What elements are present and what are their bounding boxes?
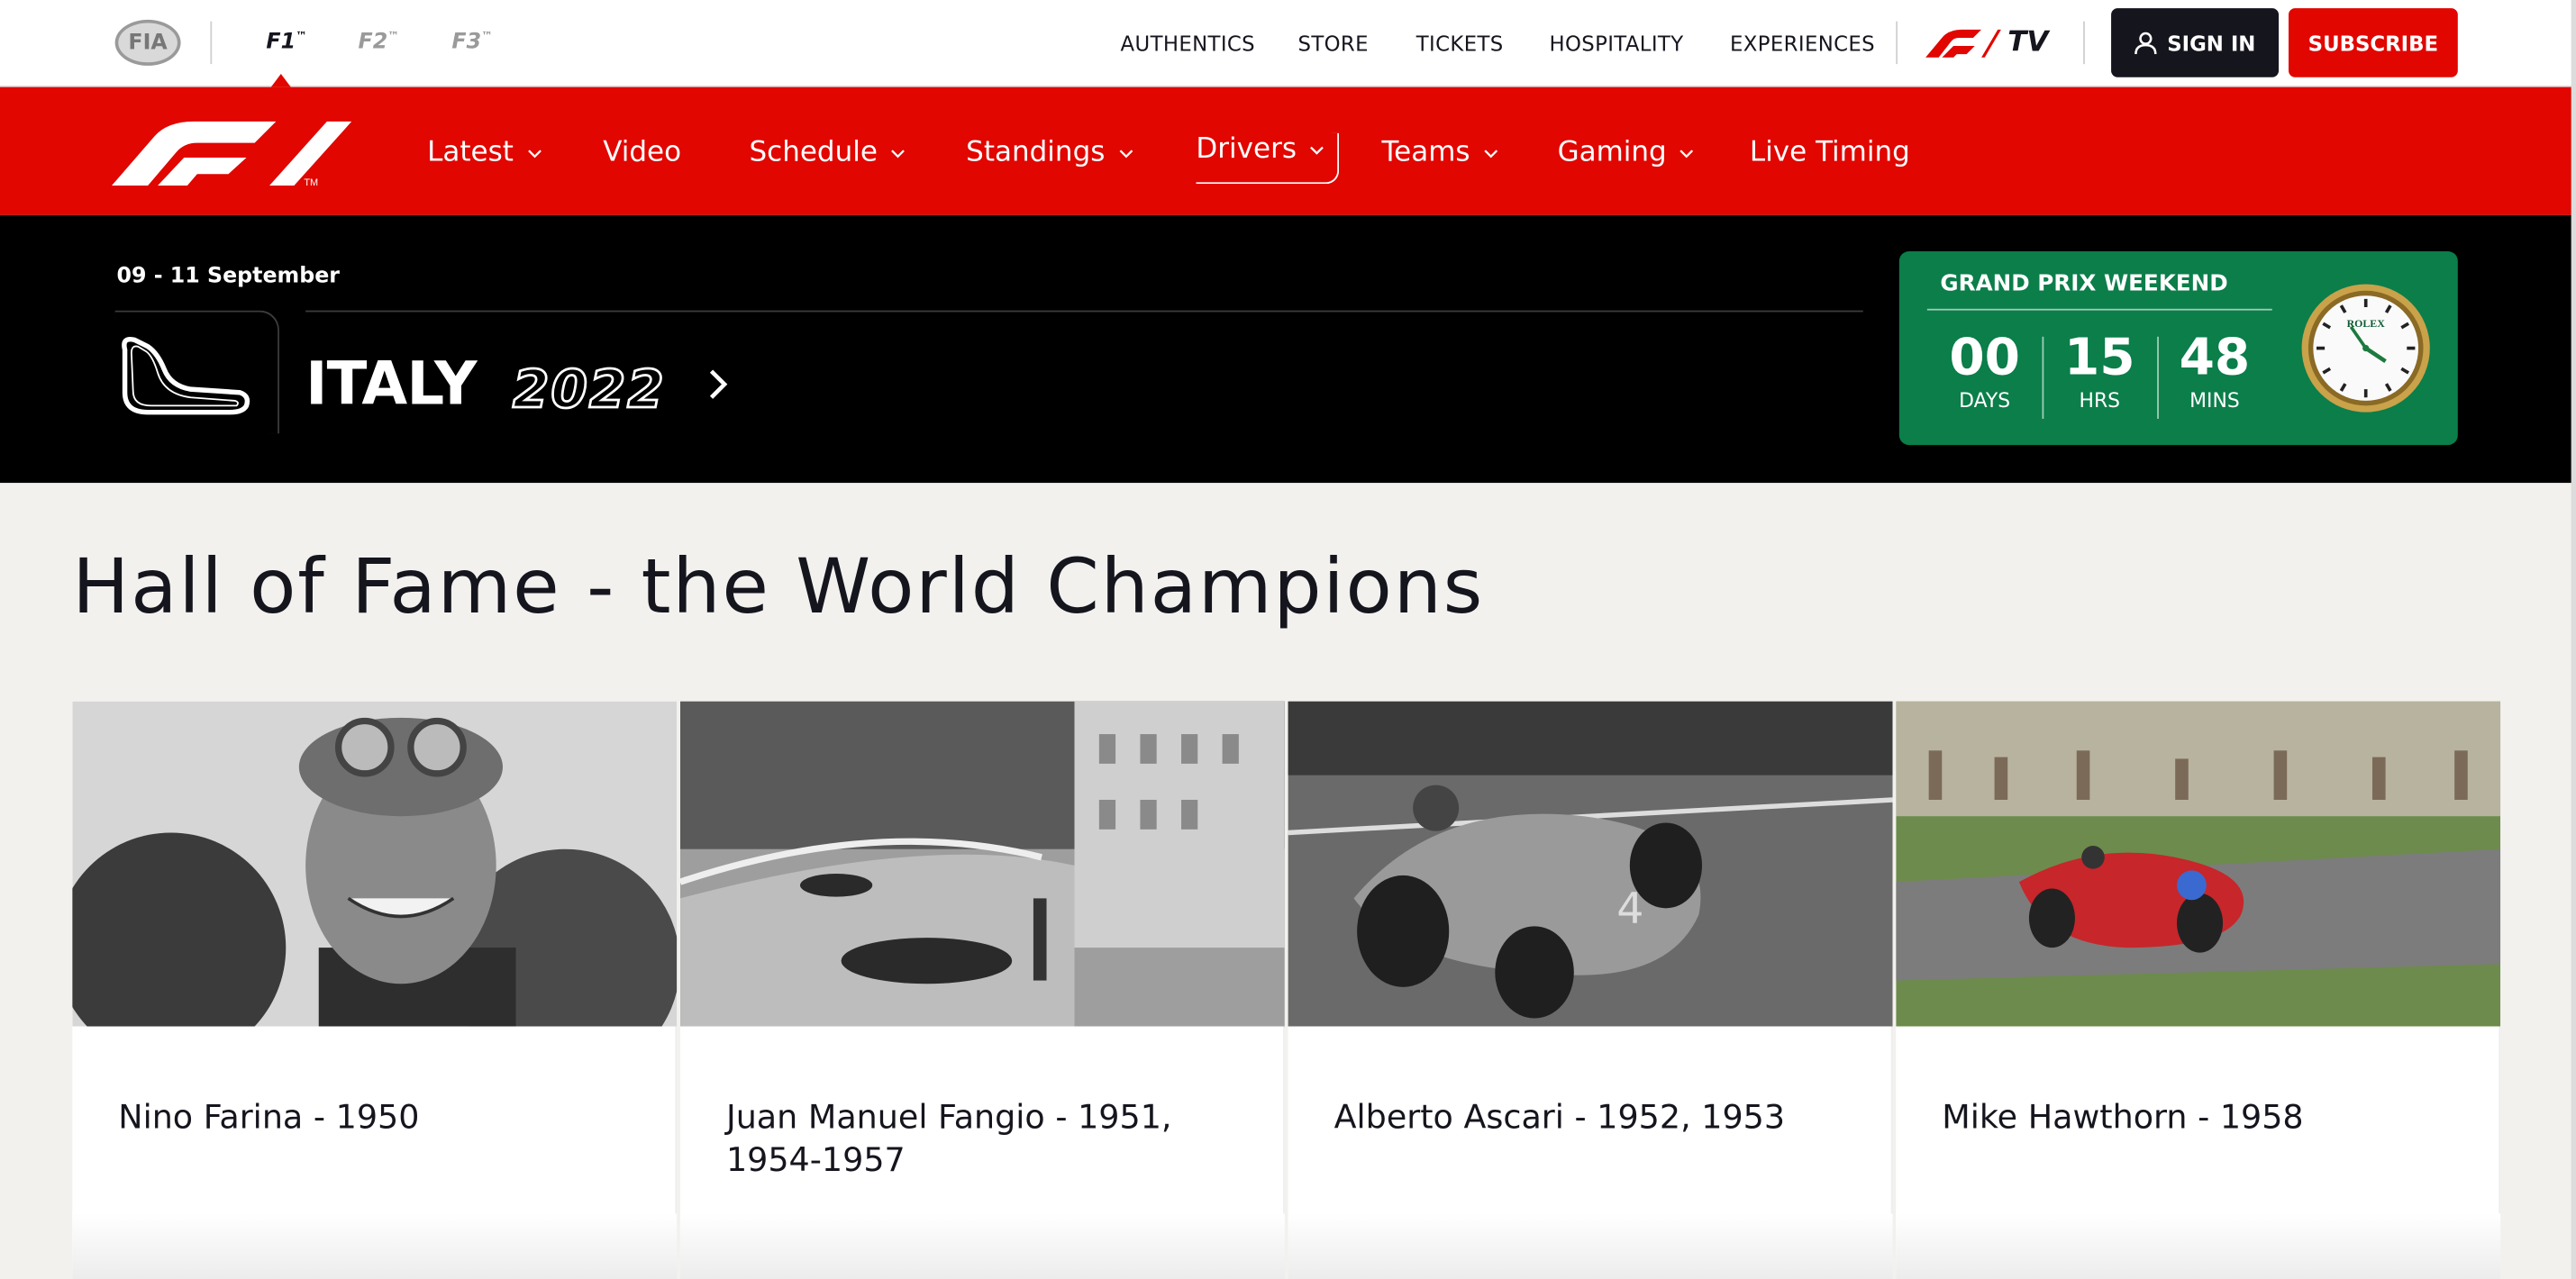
nav-latest[interactable]: Latest — [427, 136, 542, 169]
race-country: ITALY — [305, 351, 477, 419]
champion-card[interactable]: 4 Alberto Ascari - 1952, 1953 — [1288, 701, 1893, 1279]
nav-teams[interactable]: Teams — [1381, 136, 1497, 169]
svg-text:TM: TM — [304, 177, 318, 186]
nav-teams-label: Teams — [1381, 136, 1470, 169]
nav-live-timing[interactable]: Live Timing — [1750, 136, 1910, 168]
chevron-down-icon — [1310, 145, 1324, 154]
series-f3-link[interactable]: F3™ — [451, 30, 492, 55]
chevron-down-icon — [1118, 149, 1133, 158]
countdown-minutes: 48 MINS — [2165, 331, 2263, 413]
nav-schedule[interactable]: Schedule — [749, 136, 906, 169]
countdown-days-unit: DAYS — [1959, 389, 2011, 413]
champion-name: Mike Hawthorn - 1958 — [1942, 1097, 2304, 1137]
scrollbar[interactable] — [2571, 0, 2576, 1279]
chevron-down-icon — [891, 149, 906, 158]
active-series-indicator — [270, 74, 291, 87]
nav-drivers-label: Drivers — [1196, 132, 1297, 167]
race-year: 2022 — [512, 357, 666, 422]
nav-gaming[interactable]: Gaming — [1557, 136, 1695, 169]
card-shadow — [1288, 1213, 1893, 1279]
nav-latest-label: Latest — [427, 136, 514, 169]
champion-photo — [1896, 701, 2501, 1027]
chevron-down-icon — [1680, 149, 1694, 158]
champion-photo — [679, 701, 1285, 1027]
divider — [305, 310, 1863, 313]
rolex-clock-icon: ROLEX — [2301, 284, 2430, 413]
f1-logo[interactable]: TM — [111, 120, 352, 186]
top-link-tickets[interactable]: TICKETS — [1416, 32, 1504, 56]
divider — [2157, 336, 2159, 419]
svg-text:4: 4 — [1616, 884, 1643, 934]
champion-card[interactable]: Nino Farina - 1950 — [72, 701, 678, 1279]
card-shadow — [679, 1213, 1285, 1279]
countdown-days-value: 00 — [1949, 328, 2020, 388]
card-shadow — [72, 1213, 678, 1279]
divider — [1896, 21, 1898, 65]
countdown-days: 00 DAYS — [1935, 331, 2034, 413]
circuit-map-icon — [122, 337, 250, 415]
divider — [2042, 336, 2044, 419]
countdown-minutes-value: 48 — [2179, 328, 2251, 388]
f1-logo-icon — [1925, 29, 2001, 58]
nav-drivers[interactable]: Drivers — [1196, 132, 1340, 185]
champion-name: Nino Farina - 1950 — [118, 1097, 420, 1137]
nav-live-timing-label: Live Timing — [1749, 136, 1910, 169]
subscribe-label: SUBSCRIBE — [2307, 30, 2439, 56]
nav-gaming-label: Gaming — [1557, 136, 1667, 169]
top-link-authentics[interactable]: AUTHENTICS — [1121, 32, 1255, 56]
sign-in-button[interactable]: SIGN IN — [2111, 8, 2280, 77]
page-title: Hall of Fame - the World Champions — [72, 541, 1485, 631]
chevron-down-icon — [1483, 149, 1497, 158]
fia-logo[interactable]: FIA — [114, 19, 181, 66]
grand-prix-weekend-countdown[interactable]: GRAND PRIX WEEKEND 00 DAYS 15 HRS 48 MIN… — [1898, 250, 2458, 446]
gpw-title: GRAND PRIX WEEKEND — [1940, 270, 2228, 298]
f1tv-link[interactable]: TV — [1925, 26, 2048, 59]
sign-in-label: SIGN IN — [2167, 30, 2256, 56]
nav-video-label: Video — [603, 136, 682, 169]
champion-name: Juan Manuel Fangio - 1951, 1954-1957 — [725, 1097, 1172, 1180]
top-link-hospitality[interactable]: HOSPITALITY — [1549, 32, 1683, 56]
divider — [2083, 21, 2085, 65]
main-navigation: TM Latest Video Schedule Standings Drive… — [0, 86, 2576, 215]
subscribe-button[interactable]: SUBSCRIBE — [2288, 8, 2458, 77]
countdown-minutes-unit: MINS — [2189, 389, 2240, 413]
divider — [210, 21, 213, 65]
champion-card[interactable]: Juan Manuel Fangio - 1951, 1954-1957 — [679, 701, 1285, 1279]
countdown-hours-unit: HRS — [2079, 389, 2121, 413]
nav-schedule-label: Schedule — [749, 136, 878, 169]
series-f2-link[interactable]: F2™ — [359, 30, 399, 55]
race-banner[interactable]: 09 - 11 September ITALY 2022 GRAND PRIX … — [0, 214, 2576, 484]
champion-card[interactable]: Mike Hawthorn - 1958 — [1896, 701, 2501, 1279]
champion-photo — [72, 701, 678, 1027]
chevron-right-icon[interactable] — [706, 367, 730, 403]
top-link-store[interactable]: STORE — [1297, 32, 1368, 56]
champion-photo: 4 — [1288, 701, 1893, 1027]
card-shadow — [1896, 1213, 2501, 1279]
nav-standings[interactable]: Standings — [966, 136, 1133, 169]
champion-name: Alberto Ascari - 1952, 1953 — [1334, 1097, 1786, 1137]
nav-video[interactable]: Video — [603, 136, 681, 168]
divider — [1926, 308, 2272, 311]
user-icon — [2135, 32, 2157, 55]
champion-card-grid: Nino Farina - 1950 Juan Manuel Fangio - … — [72, 701, 2501, 1279]
top-utility-bar: FIA F1™ F2™ F3™ AUTHENTICS STORE TICKETS… — [0, 0, 2576, 87]
chevron-down-icon — [527, 149, 542, 158]
top-link-experiences[interactable]: EXPERIENCES — [1730, 32, 1875, 56]
nav-standings-label: Standings — [966, 136, 1106, 169]
countdown-hours: 15 HRS — [2051, 331, 2149, 413]
series-f1-link[interactable]: F1™ — [266, 30, 306, 55]
countdown-hours-value: 15 — [2063, 328, 2135, 388]
race-dates: 09 - 11 September — [116, 264, 341, 289]
f1tv-label: TV — [2007, 26, 2049, 59]
page-root: FIA F1™ F2™ F3™ AUTHENTICS STORE TICKETS… — [0, 0, 2576, 1279]
